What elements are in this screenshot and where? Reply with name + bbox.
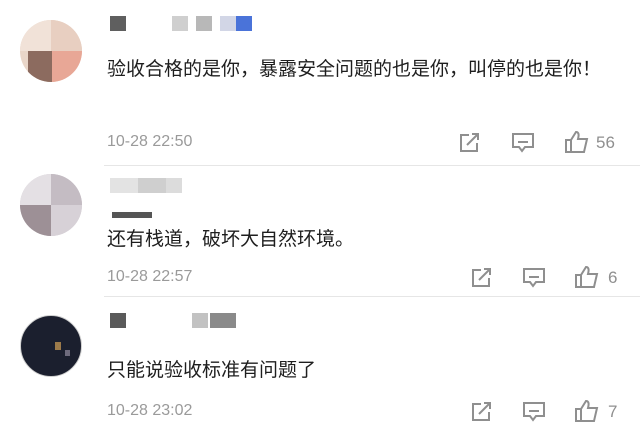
comment-time: 10-28 22:50 [107,133,193,150]
reply-icon[interactable] [511,132,535,154]
like-count: 56 [596,133,615,152]
avatar[interactable] [20,315,82,377]
like-count: 7 [608,402,618,421]
like-icon[interactable] [574,399,600,423]
user-badge-blurred [112,212,152,218]
comment-text: 还有栈道，破坏大自然环境。 [107,228,355,250]
share-icon[interactable] [458,132,482,154]
like-icon[interactable] [564,130,590,154]
username-blurred[interactable] [110,178,190,193]
avatar[interactable] [20,174,82,236]
username-blurred[interactable] [110,313,240,328]
comment-3: 只能说验收标准有问题了 10-28 23:02 7 [0,297,640,435]
comment-time: 10-28 22:57 [107,268,193,285]
share-icon[interactable] [470,267,494,289]
reply-icon[interactable] [522,401,546,423]
comment-1: 验收合格的是你，暴露安全问题的也是你，叫停的也是你！ 10-28 22:50 5… [0,0,640,165]
username-blurred[interactable] [110,16,270,31]
comment-text: 只能说验收标准有问题了 [107,359,317,381]
like-icon[interactable] [574,265,600,289]
comment-time: 10-28 23:02 [107,402,193,419]
comment-text: 验收合格的是你，暴露安全问题的也是你，叫停的也是你！ [107,58,602,80]
share-icon[interactable] [470,401,494,423]
avatar[interactable] [20,20,82,82]
comment-2: 还有栈道，破坏大自然环境。 10-28 22:57 6 [0,166,640,296]
reply-icon[interactable] [522,267,546,289]
like-count: 6 [608,268,618,287]
